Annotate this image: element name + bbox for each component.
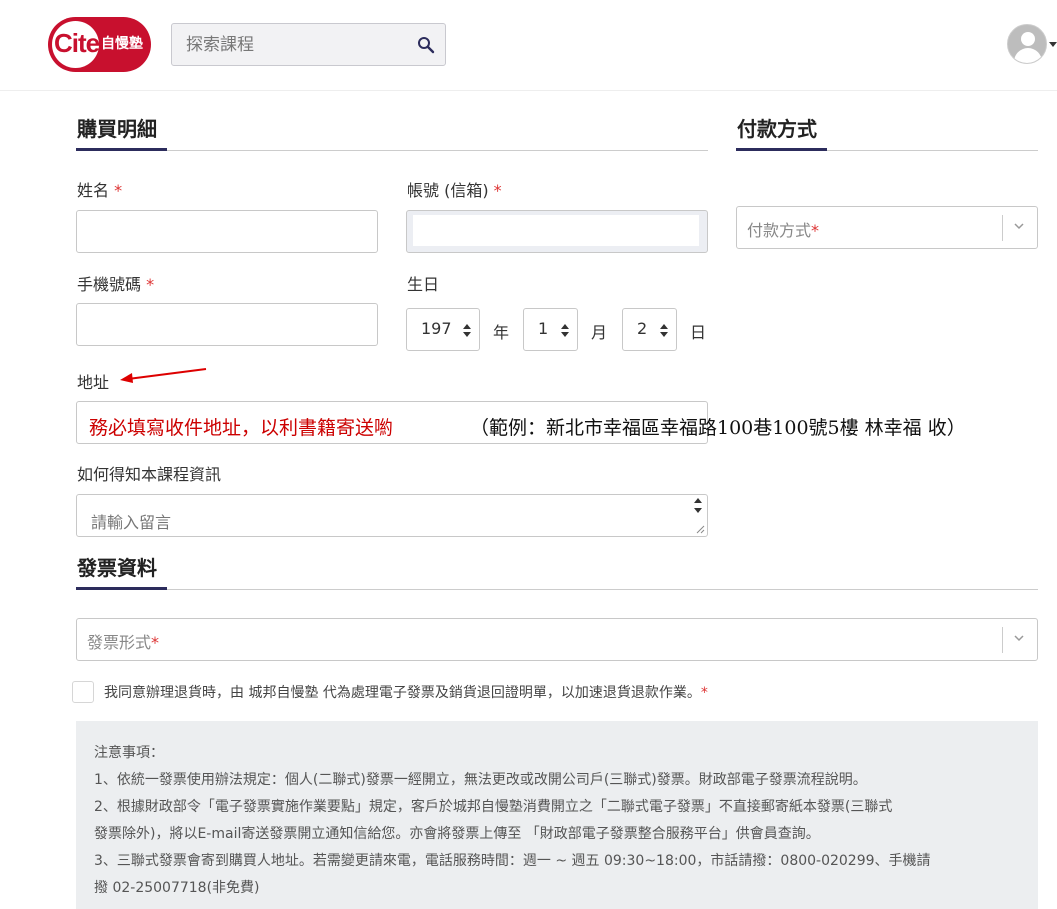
payment-placeholder: 付款方式* [747,221,820,240]
search-box [171,23,446,66]
search-icon[interactable] [417,36,435,54]
payment-select[interactable]: 付款方式* [736,206,1038,249]
chevron-down-icon[interactable] [1049,42,1057,47]
spinner-icon [660,324,668,337]
message-placeholder: 請輸入留言 [91,513,172,532]
resize-grip-icon[interactable] [695,524,705,534]
divider [76,589,1038,590]
user-avatar-icon[interactable] [1007,24,1047,64]
invoice-type-select[interactable]: 發票形式* [76,618,1038,661]
address-note: 務必填寫收件地址，以利書籍寄送喲 [89,417,394,439]
birth-day-value: 2 [637,319,648,338]
address-example: （範例：新北市幸福區幸福路100巷100號5樓 林幸福 收） [470,417,966,439]
notice-line: 2、根據財政部令「電子發票實施作業要點」規定，客戶於城邦自慢塾消費開立之「二聯式… [94,799,893,815]
notice-box: 注意事項： 1、依統一發票使用辦法規定：個人(二聯式)發票一經開立，無法更改或改… [76,721,1038,909]
notice-line: 撥 02-25007718(非免費) [94,880,260,896]
name-label: 姓名 * [77,181,123,200]
agree-text: 我同意辦理退貨時，由 城邦自慢塾 代為處理電子發票及銷貨退回證明單，以加速退貨退… [104,685,708,701]
birth-day-select[interactable]: 2 [622,308,677,351]
annotation-arrow-icon [120,368,207,383]
section-accent [76,587,167,590]
top-header: Cite 自慢塾 [0,0,1057,91]
chevron-down-icon [1014,635,1024,642]
invoice-placeholder: 發票形式* [87,633,160,652]
phone-label: 手機號碼 * [77,275,155,294]
day-unit: 日 [690,323,707,342]
birth-month-value: 1 [538,319,549,338]
section-accent [736,148,827,151]
notice-line: 注意事項： [94,745,164,761]
source-label: 如何得知本課程資訊 [77,465,222,484]
month-unit: 月 [591,323,608,342]
notice-line: 發票除外)，將以E-mail寄送發票開立通知信給您。亦會將發票上傳至 「財政部電… [94,826,820,842]
agree-checkbox[interactable] [72,681,94,703]
birth-month-select[interactable]: 1 [523,308,578,351]
birth-year-select[interactable]: 197 [406,308,480,351]
notice-line: 1、依統一發票使用辦法規定：個人(二聯式)發票一經開立，無法更改或改開公司戶(三… [94,772,867,788]
search-input[interactable] [172,24,412,65]
year-unit: 年 [493,323,510,342]
message-textarea[interactable]: 請輸入留言 [76,494,708,537]
notice-line: 3、三聯式發票會寄到購買人地址。若需變更請來電，電話服務時間：週一 ~ 週五 0… [94,853,931,869]
logo-brand: Cite [54,28,100,58]
birth-year-value: 197 [421,319,452,338]
section-accent [76,148,167,151]
logo-text: 自慢塾 [101,36,143,52]
purchase-section-title: 購買明細 [77,117,157,141]
site-logo[interactable]: Cite 自慢塾 [48,17,151,72]
account-field[interactable] [406,210,708,253]
name-field[interactable] [76,210,378,253]
divider [76,150,708,151]
address-label: 地址 [77,373,110,392]
invoice-section-title: 發票資料 [77,556,157,580]
payment-section-title: 付款方式 [737,117,817,141]
account-label: 帳號 (信箱) * [407,181,502,200]
birthday-label: 生日 [407,275,440,294]
chevron-down-icon [1014,223,1024,230]
phone-field[interactable] [76,303,378,346]
spinner-icon [463,324,471,337]
spinner-icon [561,324,569,337]
